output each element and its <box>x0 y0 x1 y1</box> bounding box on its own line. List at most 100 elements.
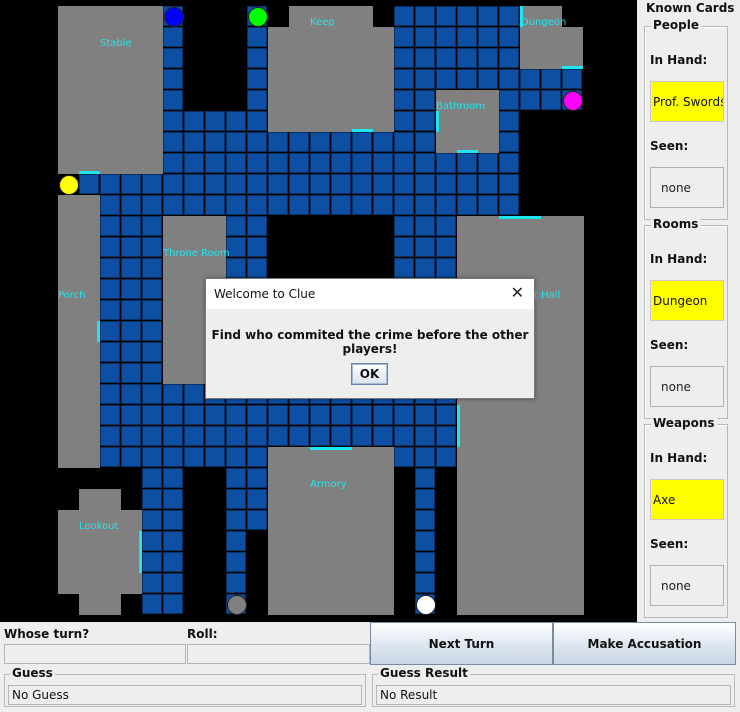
walkway-cell[interactable] <box>478 27 498 47</box>
next-turn-button[interactable]: Next Turn <box>370 622 553 665</box>
walkway-cell[interactable] <box>121 426 141 446</box>
walkway-cell[interactable] <box>247 510 267 530</box>
walkway-cell[interactable] <box>205 195 225 215</box>
walkway-cell[interactable] <box>205 111 225 131</box>
walkway-cell[interactable] <box>457 48 477 68</box>
walkway-cell[interactable] <box>121 279 141 299</box>
walkway-cell[interactable] <box>142 384 162 404</box>
walkway-cell[interactable] <box>436 195 456 215</box>
walkway-cell[interactable] <box>100 237 120 257</box>
walkway-cell[interactable] <box>457 174 477 194</box>
walkway-cell[interactable] <box>310 426 330 446</box>
walkway-cell[interactable] <box>352 405 372 425</box>
walkway-cell[interactable] <box>226 132 246 152</box>
walkway-cell[interactable] <box>205 132 225 152</box>
close-icon[interactable]: ✕ <box>511 283 524 302</box>
walkway-cell[interactable] <box>226 216 246 236</box>
walkway-cell[interactable] <box>436 258 456 278</box>
walkway-cell[interactable] <box>499 6 519 26</box>
walkway-cell[interactable] <box>184 426 204 446</box>
walkway-cell[interactable] <box>226 174 246 194</box>
walkway-cell[interactable] <box>163 132 183 152</box>
walkway-cell[interactable] <box>415 573 435 593</box>
walkway-cell[interactable] <box>436 426 456 446</box>
walkway-cell[interactable] <box>331 405 351 425</box>
walkway-cell[interactable] <box>121 216 141 236</box>
walkway-cell[interactable] <box>415 510 435 530</box>
walkway-cell[interactable] <box>289 132 309 152</box>
walkway-cell[interactable] <box>142 468 162 488</box>
walkway-cell[interactable] <box>184 447 204 467</box>
walkway-cell[interactable] <box>163 111 183 131</box>
walkway-cell[interactable] <box>436 48 456 68</box>
walkway-cell[interactable] <box>394 447 414 467</box>
walkway-cell[interactable] <box>289 174 309 194</box>
walkway-cell[interactable] <box>415 237 435 257</box>
walkway-cell[interactable] <box>478 6 498 26</box>
walkway-cell[interactable] <box>373 405 393 425</box>
walkway-cell[interactable] <box>310 153 330 173</box>
walkway-cell[interactable] <box>226 468 246 488</box>
walkway-cell[interactable] <box>184 132 204 152</box>
walkway-cell[interactable] <box>394 90 414 110</box>
walkway-cell[interactable] <box>142 174 162 194</box>
walkway-cell[interactable] <box>394 153 414 173</box>
walkway-cell[interactable] <box>457 195 477 215</box>
walkway-cell[interactable] <box>142 321 162 341</box>
walkway-cell[interactable] <box>331 153 351 173</box>
walkway-cell[interactable] <box>121 384 141 404</box>
walkway-cell[interactable] <box>394 174 414 194</box>
walkway-cell[interactable] <box>373 195 393 215</box>
walkway-cell[interactable] <box>394 6 414 26</box>
walkway-cell[interactable] <box>184 405 204 425</box>
walkway-cell[interactable] <box>499 132 519 152</box>
walkway-cell[interactable] <box>520 69 540 89</box>
ok-button[interactable]: OK <box>351 363 388 385</box>
walkway-cell[interactable] <box>415 258 435 278</box>
walkway-cell[interactable] <box>163 531 183 551</box>
walkway-cell[interactable] <box>142 573 162 593</box>
walkway-cell[interactable] <box>100 279 120 299</box>
walkway-cell[interactable] <box>100 300 120 320</box>
walkway-cell[interactable] <box>247 48 267 68</box>
walkway-cell[interactable] <box>226 426 246 446</box>
walkway-cell[interactable] <box>415 489 435 509</box>
walkway-cell[interactable] <box>226 111 246 131</box>
walkway-cell[interactable] <box>415 27 435 47</box>
walkway-cell[interactable] <box>142 258 162 278</box>
walkway-cell[interactable] <box>415 216 435 236</box>
walkway-cell[interactable] <box>247 153 267 173</box>
walkway-cell[interactable] <box>142 489 162 509</box>
walkway-cell[interactable] <box>562 69 582 89</box>
walkway-cell[interactable] <box>415 48 435 68</box>
walkway-cell[interactable] <box>310 405 330 425</box>
walkway-cell[interactable] <box>415 111 435 131</box>
walkway-cell[interactable] <box>226 447 246 467</box>
walkway-cell[interactable] <box>310 174 330 194</box>
walkway-cell[interactable] <box>541 90 561 110</box>
walkway-cell[interactable] <box>331 132 351 152</box>
walkway-cell[interactable] <box>163 426 183 446</box>
walkway-cell[interactable] <box>394 69 414 89</box>
walkway-cell[interactable] <box>436 69 456 89</box>
walkway-cell[interactable] <box>247 90 267 110</box>
walkway-cell[interactable] <box>247 216 267 236</box>
walkway-cell[interactable] <box>415 468 435 488</box>
walkway-cell[interactable] <box>121 174 141 194</box>
walkway-cell[interactable] <box>184 384 204 404</box>
walkway-cell[interactable] <box>478 48 498 68</box>
walkway-cell[interactable] <box>121 342 141 362</box>
walkway-cell[interactable] <box>289 405 309 425</box>
walkway-cell[interactable] <box>499 90 519 110</box>
walkway-cell[interactable] <box>121 321 141 341</box>
walkway-cell[interactable] <box>247 426 267 446</box>
walkway-cell[interactable] <box>247 69 267 89</box>
walkway-cell[interactable] <box>226 552 246 572</box>
walkway-cell[interactable] <box>247 489 267 509</box>
walkway-cell[interactable] <box>541 69 561 89</box>
walkway-cell[interactable] <box>163 489 183 509</box>
walkway-cell[interactable] <box>415 405 435 425</box>
walkway-cell[interactable] <box>289 153 309 173</box>
walkway-cell[interactable] <box>226 510 246 530</box>
walkway-cell[interactable] <box>415 6 435 26</box>
